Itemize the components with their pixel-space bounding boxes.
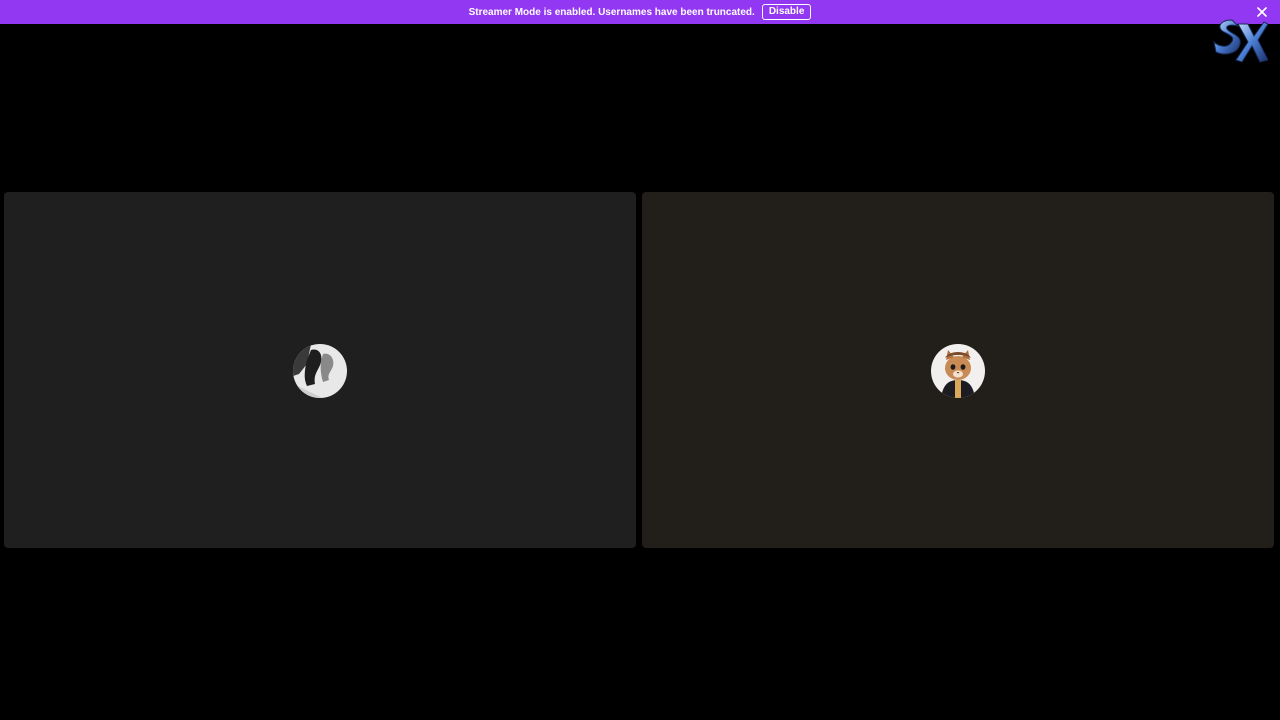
avatar-cat-photo-icon: [931, 344, 985, 398]
disable-streamer-mode-button[interactable]: Disable: [761, 4, 812, 20]
avatar: [931, 344, 985, 398]
participant-tile-1[interactable]: [4, 192, 636, 548]
avatar: [293, 344, 347, 398]
streamer-mode-banner: Streamer Mode is enabled. Usernames have…: [0, 0, 1280, 24]
banner-message: Streamer Mode is enabled. Usernames have…: [468, 6, 755, 18]
avatar-bw-photo-icon: [293, 344, 347, 398]
voice-call-view: Streamer Mode is enabled. Usernames have…: [0, 0, 1280, 720]
sk-logo-icon: [1212, 14, 1269, 66]
participant-tile-2[interactable]: [642, 192, 1274, 548]
